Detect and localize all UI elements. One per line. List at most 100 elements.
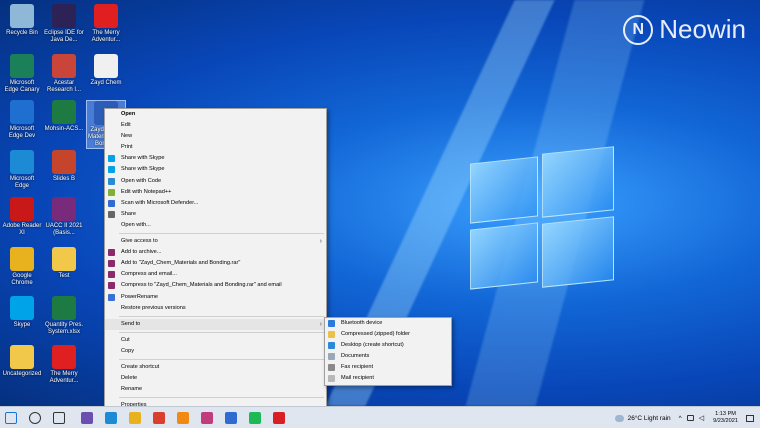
desktop-icon-zayd-chem[interactable]: Zayd Chem <box>86 54 126 87</box>
desktop-icon-microsoft-edge-canary[interactable]: Microsoft Edge Canary <box>2 54 42 94</box>
chevron-up-icon[interactable]: ^ <box>679 415 682 422</box>
menu-item-desktop-create-shortcut[interactable]: Desktop (create shortcut) <box>325 340 451 351</box>
file-explorer-taskbar-icon[interactable] <box>124 407 146 428</box>
clock[interactable]: 1:13 PM 9/23/2021 <box>713 411 738 425</box>
defender-icon <box>108 199 115 207</box>
start-button[interactable] <box>0 407 22 428</box>
menu-item-label: Create shortcut <box>121 363 160 370</box>
menu-item-label: Edit with Notepad++ <box>121 188 172 195</box>
desktop-icon-uacc-ii-2021-basis[interactable]: UACC II 2021 (Basis... <box>44 197 84 237</box>
menu-item-fax-recipient[interactable]: Fax recipient <box>325 362 451 373</box>
menu-item-share-with-skype[interactable]: Share with Skype <box>105 153 326 164</box>
desktop-icon-adobe-reader-xi[interactable]: Adobe Reader XI <box>2 197 42 237</box>
menu-item-label: Compress and email... <box>121 271 177 278</box>
menu-item-open-with-code[interactable]: Open with Code <box>105 176 326 187</box>
menu-item-documents[interactable]: Documents <box>325 351 451 362</box>
chrome-taskbar-icon[interactable] <box>148 407 170 428</box>
menu-item-mail-recipient[interactable]: Mail recipient <box>325 373 451 384</box>
chevron-right-icon: › <box>319 320 322 328</box>
menu-item-cut[interactable]: Cut <box>105 335 326 346</box>
weather-widget[interactable]: 26°C Light rain <box>628 415 671 422</box>
desktop-icon-label: Uncategorized <box>2 371 42 377</box>
notifications-icon[interactable] <box>746 414 754 422</box>
desktop-icon-test[interactable]: Test <box>44 247 84 280</box>
desktop-icon-eclipse-ide-for-java-de[interactable]: Eclipse IDE for Java De... <box>44 4 84 44</box>
spotify-taskbar-icon[interactable] <box>244 407 266 428</box>
folder-icon <box>10 345 34 369</box>
desktop-icon-acestar-research-i[interactable]: Acestar Research I... <box>44 54 84 94</box>
search-icon[interactable] <box>24 407 46 428</box>
desktop-icon-the-merry-adventur[interactable]: The Merry Adventur... <box>44 345 84 385</box>
chrome-taskbar-icon-glyph <box>153 411 165 424</box>
desktop-icon-quantity-pres-system-xlsx[interactable]: Quantity Pres. System.xlsx <box>44 296 84 336</box>
task-view-icon[interactable] <box>48 407 70 428</box>
menu-item-label: Bluetooth device <box>341 320 383 326</box>
vscode-icon <box>108 177 115 185</box>
edge-taskbar-icon[interactable] <box>100 407 122 428</box>
menu-item-add-to-archive[interactable]: Add to archive... <box>105 247 326 258</box>
desktop-icon-label: Microsoft Edge <box>9 176 35 189</box>
menu-item-edit-with-notepad[interactable]: Edit with Notepad++ <box>105 187 326 198</box>
volume-icon[interactable]: ◁ <box>699 414 704 422</box>
menu-separator <box>119 358 324 360</box>
teams-taskbar-icon[interactable] <box>220 407 242 428</box>
menu-item-send-to[interactable]: Send to › <box>105 318 326 330</box>
menu-item-powerrename[interactable]: PowerRename <box>105 292 326 303</box>
menu-item-delete[interactable]: Delete <box>105 373 326 384</box>
slack-taskbar-icon[interactable] <box>196 407 218 428</box>
menu-item-copy[interactable]: Copy <box>105 346 326 357</box>
desktop-icon-label: Mohsin-ACS... <box>44 126 84 132</box>
edge-canary-icon <box>10 54 34 78</box>
netflix-taskbar-icon-glyph <box>273 411 285 424</box>
menu-item-label: Edit <box>121 122 131 129</box>
menu-item-label: Compressed (zipped) folder <box>341 331 411 338</box>
menu-item-open[interactable]: Open <box>105 109 326 120</box>
desktop-icon-google-chrome[interactable]: Google Chrome <box>2 247 42 287</box>
desktop-icon-label: Eclipse IDE for Java De... <box>44 30 84 43</box>
menu-item-print[interactable]: Print <box>105 142 326 153</box>
desktop-icon-microsoft-edge-dev[interactable]: Microsoft Edge Dev <box>2 100 42 140</box>
netflix-taskbar-icon[interactable] <box>268 407 290 428</box>
menu-item-add-to-zayd-chem-materials-and-bonding-rar[interactable]: Add to "Zayd_Chem_Materials and Bonding.… <box>105 258 326 269</box>
teams-taskbar-icon-glyph <box>225 411 237 424</box>
menu-item-share[interactable]: Share <box>105 209 326 220</box>
menu-item-rename[interactable]: Rename <box>105 384 326 395</box>
clock-date: 9/23/2021 <box>713 418 738 424</box>
menu-item-bluetooth-device[interactable]: Bluetooth device <box>325 318 451 329</box>
powerpoint-icon <box>52 150 76 174</box>
menu-item-open-with[interactable]: Open with... <box>105 220 326 231</box>
menu-item-scan-with-microsoft-defender[interactable]: Scan with Microsoft Defender... <box>105 198 326 209</box>
desktop-icon-microsoft-edge[interactable]: Microsoft Edge <box>2 150 42 190</box>
excel-icon <box>52 296 76 320</box>
desktop-icon-mohsin-acs[interactable]: Mohsin-ACS... <box>44 100 84 133</box>
menu-item-compress-to-zayd-chem-materials-and-bonding-rar-and-email[interactable]: Compress to "Zayd_Chem_Materials and Bon… <box>105 280 326 291</box>
bluetooth-icon <box>328 320 335 327</box>
eclipse-taskbar-icon[interactable] <box>76 407 98 428</box>
menu-item-new[interactable]: New <box>105 131 326 142</box>
menu-item-share-with-skype[interactable]: Share with Skype <box>105 164 326 175</box>
menu-separator <box>119 331 324 333</box>
menu-item-create-shortcut[interactable]: Create shortcut <box>105 362 326 373</box>
menu-separator <box>119 233 324 235</box>
share-icon <box>108 210 115 218</box>
desktop-icon-recycle-bin[interactable]: Recycle Bin <box>2 4 42 37</box>
menu-item-compressed-zipped-folder[interactable]: Compressed (zipped) folder <box>325 329 451 340</box>
desktop-icon-uncategorized[interactable]: Uncategorized <box>2 345 42 378</box>
menu-item-compress-and-email[interactable]: Compress and email... <box>105 269 326 280</box>
network-icon[interactable] <box>686 415 694 421</box>
menu-item-label: PowerRename <box>121 293 158 300</box>
slack-taskbar-icon-glyph <box>201 411 213 424</box>
menu-item-restore-previous-versions[interactable]: Restore previous versions <box>105 303 326 314</box>
desktop-icon-skype[interactable]: Skype <box>2 296 42 329</box>
menu-item-edit[interactable]: Edit <box>105 120 326 131</box>
vlc-taskbar-icon[interactable] <box>172 407 194 428</box>
desktop-icon-the-merry-adventur[interactable]: The Merry Adventur... <box>86 4 126 44</box>
menu-item-label: Rename <box>121 386 143 393</box>
zip-folder-icon <box>328 331 335 339</box>
spotify-taskbar-icon-glyph <box>249 411 261 424</box>
menu-separator <box>119 397 324 399</box>
menu-item-give-access-to[interactable]: Give access to › <box>105 236 326 247</box>
desktop-icon-label: Microsoft Edge Canary <box>4 80 40 93</box>
weather-icon[interactable] <box>614 414 624 422</box>
desktop-icon-slides-b[interactable]: Slides B <box>44 150 84 183</box>
